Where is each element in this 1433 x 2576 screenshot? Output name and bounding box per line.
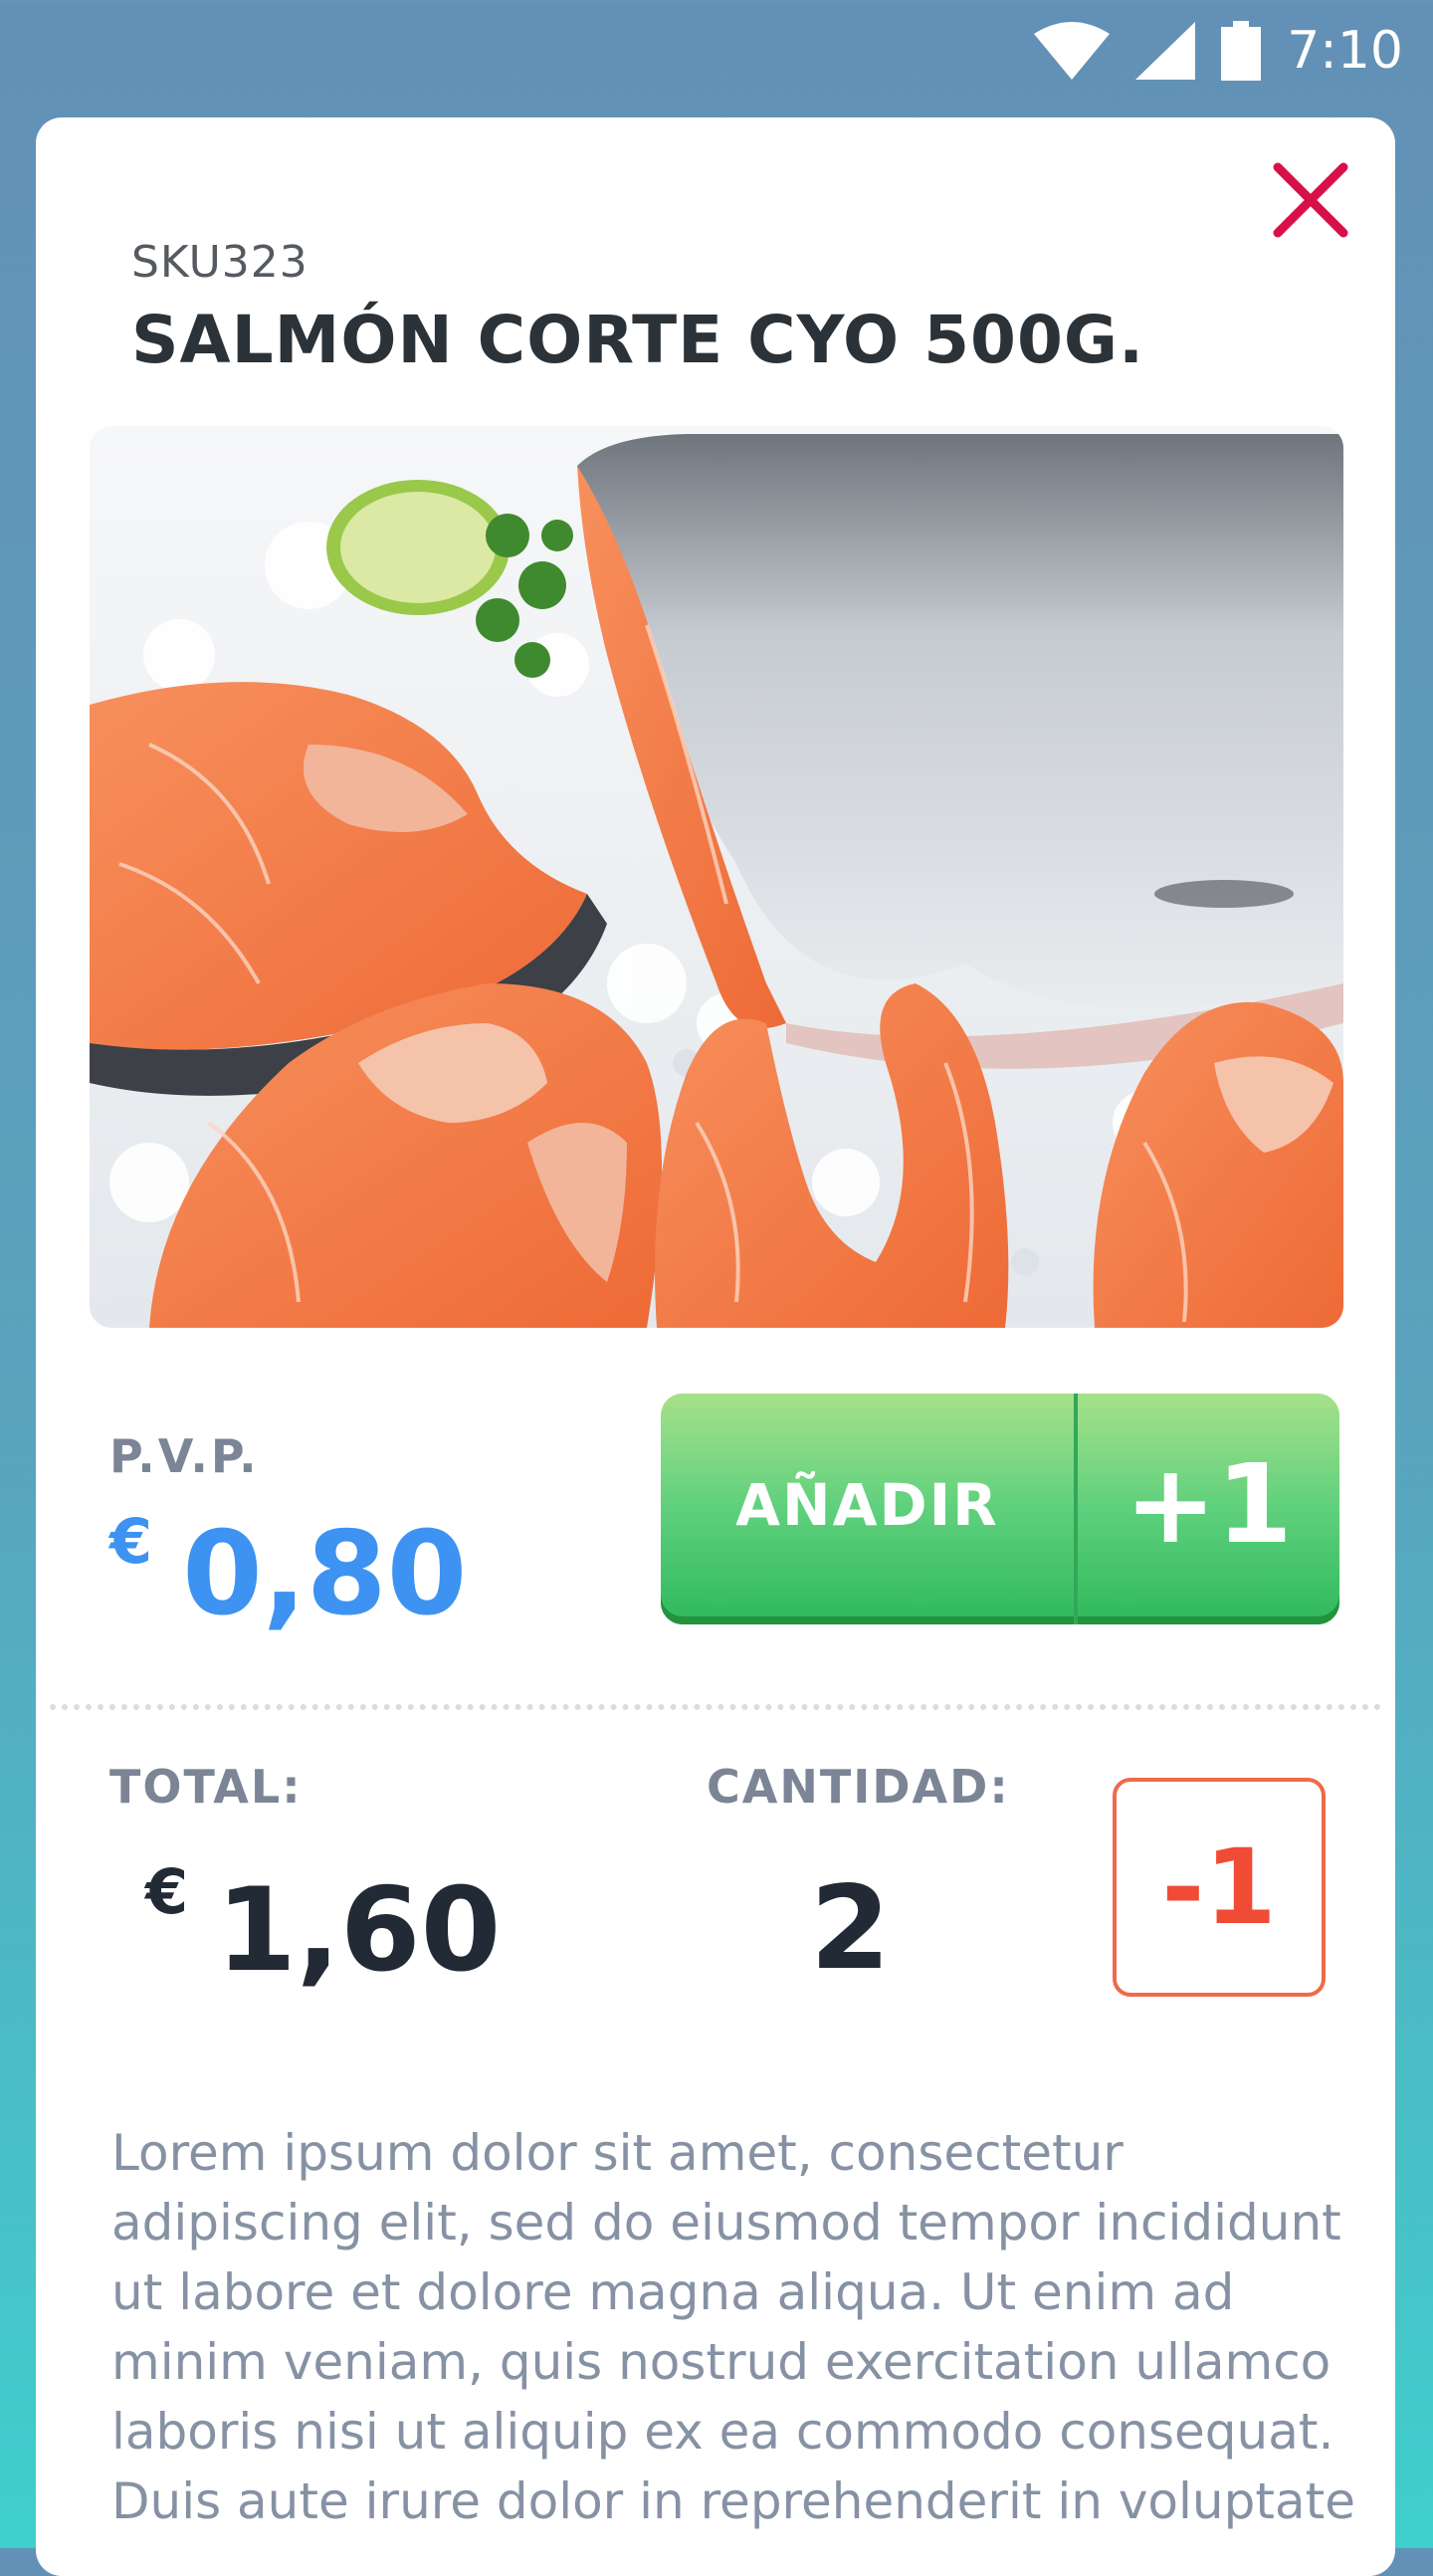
wifi-icon [1034, 22, 1111, 80]
product-title: SALMÓN CORTE CYO 500G. [131, 302, 1145, 378]
product-sku: SKU323 [131, 237, 308, 288]
quantity-value: 2 [810, 1861, 891, 1996]
status-icons: 7:10 [1034, 16, 1403, 86]
increment-button[interactable]: +1 [1078, 1394, 1339, 1624]
total-value: 1,60 [216, 1863, 502, 1998]
status-time: 7:10 [1287, 21, 1403, 81]
decrement-button[interactable]: -1 [1113, 1778, 1326, 1997]
section-divider [50, 1704, 1381, 1710]
product-description: Lorem ipsum dolor sit amet, consectetur … [111, 2124, 1355, 2530]
unit-price: € 0,80 [109, 1511, 467, 1632]
add-to-cart-group: AÑADIR +1 [661, 1394, 1339, 1624]
signal-icon [1135, 22, 1196, 80]
quantity-label: CANTIDAD: [707, 1760, 1010, 1814]
product-image [90, 426, 1343, 1328]
price-value: 0,80 [182, 1507, 468, 1641]
status-bar: 7:10 [0, 0, 1433, 107]
close-button[interactable] [1268, 157, 1353, 243]
battery-icon [1221, 21, 1262, 81]
total-price: € 1,60 [145, 1861, 501, 1989]
pvp-label: P.V.P. [109, 1429, 260, 1483]
product-detail-card: SKU323 SALMÓN CORTE CYO 500G. P.V.P. € 0… [36, 117, 1395, 2576]
total-currency: € [145, 1855, 189, 1928]
total-label: TOTAL: [109, 1760, 303, 1814]
add-button[interactable]: AÑADIR [661, 1394, 1074, 1624]
close-icon [1273, 162, 1348, 238]
price-currency: € [109, 1505, 153, 1578]
